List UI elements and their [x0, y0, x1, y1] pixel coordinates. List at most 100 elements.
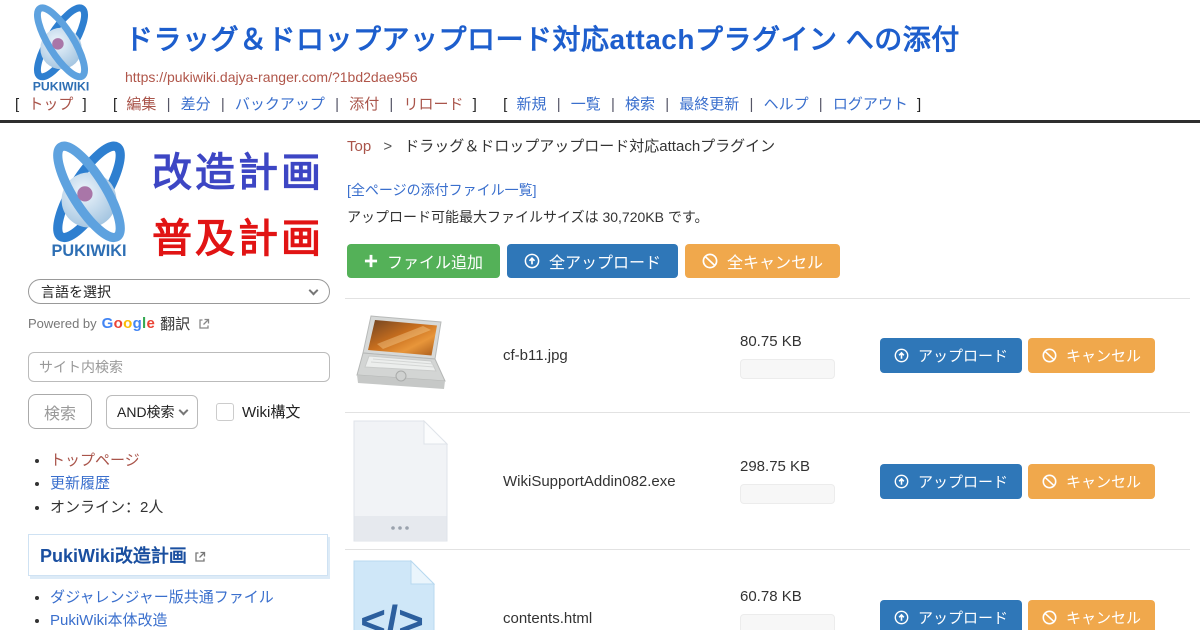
- list-item: PukiWiki本体改造: [50, 611, 331, 630]
- header: PUKIWIKI ドラッグ＆ドロップアップロード対応attachプラグイン への…: [0, 0, 1200, 94]
- sidebar-link-toppage[interactable]: トップページ: [50, 452, 140, 469]
- language-select[interactable]: 言語を選択: [28, 279, 330, 304]
- ban-icon: [702, 253, 718, 269]
- upload-label: アップロード: [918, 607, 1008, 628]
- upload-toolbar: ファイル追加 全アップロード 全キャンセル: [347, 244, 1190, 278]
- list-item: トップページ: [50, 451, 331, 471]
- logo-kaizo-keikaku: 改造計画: [152, 140, 324, 198]
- upload-label: アップロード: [918, 345, 1008, 366]
- upload-circle-icon: [894, 610, 909, 625]
- section-title: PukiWiki改造計画: [40, 546, 187, 566]
- nav-link-recent[interactable]: 最終更新: [679, 96, 739, 113]
- nav-bracket: [: [15, 96, 19, 113]
- cancel-all-button[interactable]: 全キャンセル: [685, 244, 840, 278]
- logo-wordmark: PUKIWIKI: [52, 242, 127, 260]
- site-search-input[interactable]: [28, 352, 330, 382]
- nav-separator: |: [167, 96, 171, 113]
- page-title: ドラッグ＆ドロップアップロード対応attachプラグイン への添付: [125, 18, 960, 58]
- file-thumbnail: </>: [345, 560, 503, 630]
- nav-link-backup[interactable]: バックアップ: [235, 96, 325, 113]
- cancel-button[interactable]: キャンセル: [1028, 338, 1155, 373]
- nav-link-reload[interactable]: リロード: [403, 96, 463, 113]
- nav-link-edit[interactable]: 編集: [126, 96, 156, 113]
- nav-link-list[interactable]: 一覧: [571, 96, 601, 113]
- cancel-button[interactable]: キャンセル: [1028, 600, 1155, 630]
- page-url[interactable]: https://pukiwiki.dajya-ranger.com/?1bd2d…: [125, 69, 960, 85]
- translate-link[interactable]: 翻訳: [160, 313, 190, 334]
- upload-progress-bar: [740, 614, 835, 630]
- nav-link-new[interactable]: 新規: [517, 96, 547, 113]
- nav-bracket: ]: [83, 96, 87, 113]
- html-file-icon: </>: [353, 560, 435, 630]
- upload-button[interactable]: アップロード: [880, 338, 1022, 373]
- file-row: cf-b11.jpg 80.75 KB アップロード: [345, 298, 1190, 412]
- max-upload-size-text: アップロード可能最大ファイルサイズは 30,720KB です。: [347, 207, 1190, 227]
- pukiwiki-page: PUKIWIKI ドラッグ＆ドロップアップロード対応attachプラグイン への…: [0, 0, 1200, 630]
- external-link-icon: [198, 318, 210, 330]
- svg-text:</>: </>: [360, 597, 424, 630]
- breadcrumb: Top > ドラッグ＆ドロップアップロード対応attachプラグイン: [347, 135, 1190, 156]
- wiki-syntax-checkbox[interactable]: [216, 403, 234, 421]
- main-content: Top > ドラッグ＆ドロップアップロード対応attachプラグイン [全ページ…: [345, 123, 1200, 630]
- nav-link-attach[interactable]: 添付: [349, 96, 379, 113]
- ban-icon: [1042, 610, 1057, 625]
- search-button[interactable]: 検索: [28, 394, 92, 429]
- sidebar-link-history[interactable]: 更新履歴: [50, 475, 110, 492]
- sidebar-top-links: トップページ 更新履歴 オンライン：2人: [28, 451, 331, 518]
- nav-separator: |: [389, 96, 393, 113]
- upload-progress-bar: [740, 484, 835, 504]
- file-size: 80.75 KB: [740, 333, 880, 350]
- nav-separator: |: [819, 96, 823, 113]
- pukiwiki-logo[interactable]: PUKIWIKI: [8, 4, 114, 96]
- language-select-value: 言語を選択: [41, 282, 111, 302]
- upload-all-button[interactable]: 全アップロード: [507, 244, 678, 278]
- sidebar-section-header[interactable]: PukiWiki改造計画: [28, 534, 328, 576]
- logo-fukyu-keikaku: 普及計画: [152, 206, 324, 264]
- upload-button[interactable]: アップロード: [880, 464, 1022, 499]
- atom-logo-icon: PUKIWIKI: [28, 141, 150, 263]
- search-mode-value: AND検索: [117, 402, 175, 422]
- file-name: WikiSupportAddin082.exe: [503, 473, 740, 490]
- cancel-button[interactable]: キャンセル: [1028, 464, 1155, 499]
- powered-by-label: Powered by: [28, 316, 97, 331]
- file-size: 298.75 KB: [740, 458, 880, 475]
- file-thumbnail: [345, 313, 503, 399]
- upload-circle-icon: [894, 474, 909, 489]
- sidebar-link-dajya-files[interactable]: ダジャレンジャー版共通ファイル: [50, 589, 274, 606]
- sidebar-logo[interactable]: PUKIWIKI 改造計画 普及計画: [28, 141, 331, 263]
- generic-file-icon: [353, 420, 448, 542]
- list-item: ダジャレンジャー版共通ファイル: [50, 588, 331, 608]
- list-item: オンライン：2人: [50, 498, 331, 518]
- cancel-label: キャンセル: [1066, 471, 1141, 492]
- breadcrumb-current: ドラッグ＆ドロップアップロード対応attachプラグイン: [404, 138, 775, 155]
- search-mode-select[interactable]: AND検索: [106, 395, 198, 429]
- upload-all-label: 全アップロード: [549, 249, 661, 273]
- file-size: 60.78 KB: [740, 588, 880, 605]
- external-link-icon: [194, 551, 206, 563]
- ban-icon: [1042, 348, 1057, 363]
- nav-link-search[interactable]: 検索: [625, 96, 655, 113]
- laptop-photo-thumbnail: [353, 313, 449, 399]
- wiki-syntax-label: Wiki構文: [242, 401, 300, 422]
- upload-label: アップロード: [918, 471, 1008, 492]
- nav-link-diff[interactable]: 差分: [181, 96, 211, 113]
- sidebar-link-core-mod[interactable]: PukiWiki本体改造: [50, 612, 168, 629]
- add-files-button[interactable]: ファイル追加: [347, 244, 500, 278]
- nav-bracket: [: [113, 96, 117, 113]
- nav-link-top[interactable]: トップ: [28, 96, 73, 113]
- nav-link-logout[interactable]: ログアウト: [833, 96, 908, 113]
- nav-link-help[interactable]: ヘルプ: [764, 96, 809, 113]
- google-logo: Google: [102, 315, 156, 332]
- ban-icon: [1042, 474, 1057, 489]
- file-name: contents.html: [503, 610, 740, 627]
- online-count: オンライン：2人: [50, 499, 163, 516]
- breadcrumb-home-link[interactable]: Top: [347, 138, 371, 155]
- sidebar: PUKIWIKI 改造計画 普及計画 言語を選択 Powered by Goog…: [0, 123, 345, 630]
- nav-bracket: [: [503, 96, 507, 113]
- sidebar-plugin-links: ダジャレンジャー版共通ファイル PukiWiki本体改造 PukiWikiテキス…: [28, 588, 331, 630]
- nav-separator: |: [749, 96, 753, 113]
- all-pages-attach-list-link[interactable]: [全ページの添付ファイル一覧]: [347, 180, 537, 200]
- file-name: cf-b11.jpg: [503, 347, 740, 364]
- upload-circle-icon: [894, 348, 909, 363]
- upload-button[interactable]: アップロード: [880, 600, 1022, 630]
